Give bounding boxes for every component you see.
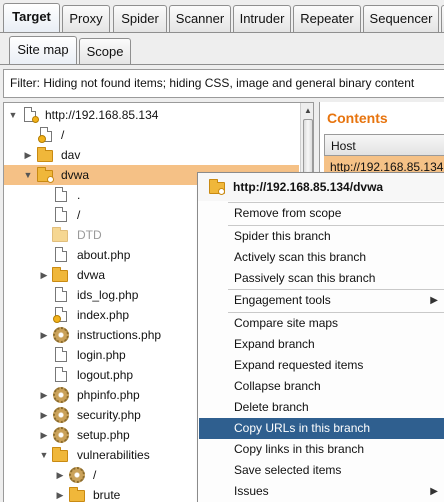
folder-icon	[52, 267, 68, 282]
file-icon	[53, 307, 67, 323]
tree-item-label: setup.php	[77, 428, 130, 442]
tab-spider[interactable]: Spider	[113, 5, 167, 32]
file-icon	[55, 187, 67, 202]
tab-sequencer[interactable]: Sequencer	[363, 5, 439, 32]
collapsed-arrow-icon[interactable]: ▶	[39, 325, 49, 345]
file-icon	[55, 367, 67, 382]
submenu-arrow-icon: ▶	[430, 486, 438, 497]
gear-icon	[53, 427, 69, 443]
tab-intruder[interactable]: Intruder	[233, 5, 291, 32]
tree-item-label: DTD	[77, 228, 102, 242]
file-icon	[55, 347, 67, 362]
gear-icon	[53, 327, 69, 343]
tab-scope[interactable]: Scope	[79, 38, 131, 65]
tab-proxy[interactable]: Proxy	[62, 5, 110, 32]
tab-target[interactable]: Target	[3, 3, 60, 32]
menu-item-label: Issues	[234, 484, 269, 498]
column-header-host[interactable]: Host	[324, 134, 444, 156]
tree-item-label: vulnerabilities	[77, 448, 150, 462]
menu-item-engagement-tools[interactable]: Engagement tools ▶	[199, 290, 444, 311]
tree-item-label: /	[93, 468, 97, 482]
tree-item-label: phpinfo.php	[77, 388, 140, 402]
file-icon	[38, 127, 52, 143]
tree-item-label: .	[77, 188, 81, 202]
tree-item-label: /	[77, 208, 81, 222]
gear-icon	[53, 387, 69, 403]
tree-item-label: dvwa	[77, 268, 106, 282]
tree-item-label: instructions.php	[77, 328, 162, 342]
collapsed-arrow-icon[interactable]: ▶	[55, 485, 65, 502]
tree-item-slash[interactable]: /	[4, 125, 299, 145]
collapsed-arrow-icon[interactable]: ▶	[39, 425, 49, 445]
filter-bar[interactable]: Filter: Hiding not found items; hiding C…	[3, 69, 444, 98]
tree-item-label: dvwa	[61, 168, 90, 182]
tree-item-label: about.php	[77, 248, 131, 262]
collapsed-arrow-icon[interactable]: ▶	[39, 405, 49, 425]
menu-item-copy-urls[interactable]: Copy URLs in this branch	[199, 418, 444, 439]
tree-item-label: http://192.168.85.134	[45, 108, 159, 122]
menu-item-compare-site-maps[interactable]: Compare site maps	[199, 313, 444, 334]
tree-item-label: security.php	[77, 408, 141, 422]
collapsed-arrow-icon[interactable]: ▶	[39, 265, 49, 285]
menu-item-label: Engagement tools	[234, 293, 331, 307]
tab-site-map[interactable]: Site map	[9, 36, 77, 65]
menu-item-spider-branch[interactable]: Spider this branch	[199, 226, 444, 247]
tree-item-dav[interactable]: ▶ dav	[4, 145, 299, 165]
menu-item-collapse-branch[interactable]: Collapse branch	[199, 376, 444, 397]
menu-item-active-scan[interactable]: Actively scan this branch	[199, 247, 444, 268]
file-icon	[55, 247, 67, 262]
folder-status-dot-icon	[218, 188, 225, 195]
folder-icon	[69, 487, 85, 502]
collapsed-arrow-icon[interactable]: ▶	[39, 385, 49, 405]
collapsed-arrow-icon[interactable]: ▶	[23, 145, 33, 165]
expanded-arrow-icon[interactable]: ▼	[23, 165, 33, 185]
menu-item-expand-branch[interactable]: Expand branch	[199, 334, 444, 355]
tree-item-label: brute	[93, 488, 121, 502]
menu-item-save-selected[interactable]: Save selected items	[199, 460, 444, 481]
menu-item-remove-from-scope[interactable]: Remove from scope	[199, 203, 444, 224]
sub-tab-bar: Site map Scope	[0, 33, 444, 65]
tree-item-label: logout.php	[77, 368, 134, 382]
tab-repeater[interactable]: Repeater	[293, 5, 361, 32]
folder-status-dot-icon	[47, 176, 54, 183]
file-icon	[55, 287, 67, 302]
folder-icon	[52, 227, 68, 242]
context-menu: http://192.168.85.134/dvwa Remove from s…	[197, 172, 444, 502]
context-menu-header: http://192.168.85.134/dvwa	[198, 173, 444, 201]
menu-item-issues[interactable]: Issues ▶	[199, 481, 444, 502]
file-icon	[55, 207, 67, 222]
sub-tab-divider	[0, 64, 444, 65]
expanded-arrow-icon[interactable]: ▼	[8, 105, 18, 125]
folder-icon	[52, 447, 68, 462]
expanded-arrow-icon[interactable]: ▼	[39, 445, 49, 465]
tree-item-label: dav	[61, 148, 81, 162]
top-tab-bar: Target Proxy Spider Scanner Intruder Rep…	[0, 0, 444, 33]
menu-item-expand-requested[interactable]: Expand requested items	[199, 355, 444, 376]
tree-item-label: ids_log.php	[77, 288, 139, 302]
tree-item-root[interactable]: ▼ http://192.168.85.134	[4, 105, 299, 125]
tree-item-label: login.php	[77, 348, 126, 362]
menu-item-delete-branch[interactable]: Delete branch	[199, 397, 444, 418]
folder-icon	[37, 147, 53, 162]
scroll-up-arrow-icon[interactable]: ▲	[302, 105, 313, 117]
host-status-dot-icon	[32, 116, 39, 123]
menu-item-passive-scan[interactable]: Passively scan this branch	[199, 268, 444, 289]
gear-icon	[69, 467, 85, 483]
tab-scanner[interactable]: Scanner	[169, 5, 231, 32]
gear-icon	[53, 407, 69, 423]
tree-item-label: index.php	[77, 308, 130, 322]
tree-item-label: /	[61, 128, 65, 142]
contents-title: Contents	[327, 110, 388, 126]
collapsed-arrow-icon[interactable]: ▶	[55, 465, 65, 485]
context-menu-title: http://192.168.85.134/dvwa	[233, 180, 384, 194]
submenu-arrow-icon: ▶	[430, 295, 438, 306]
menu-item-copy-links[interactable]: Copy links in this branch	[199, 439, 444, 460]
